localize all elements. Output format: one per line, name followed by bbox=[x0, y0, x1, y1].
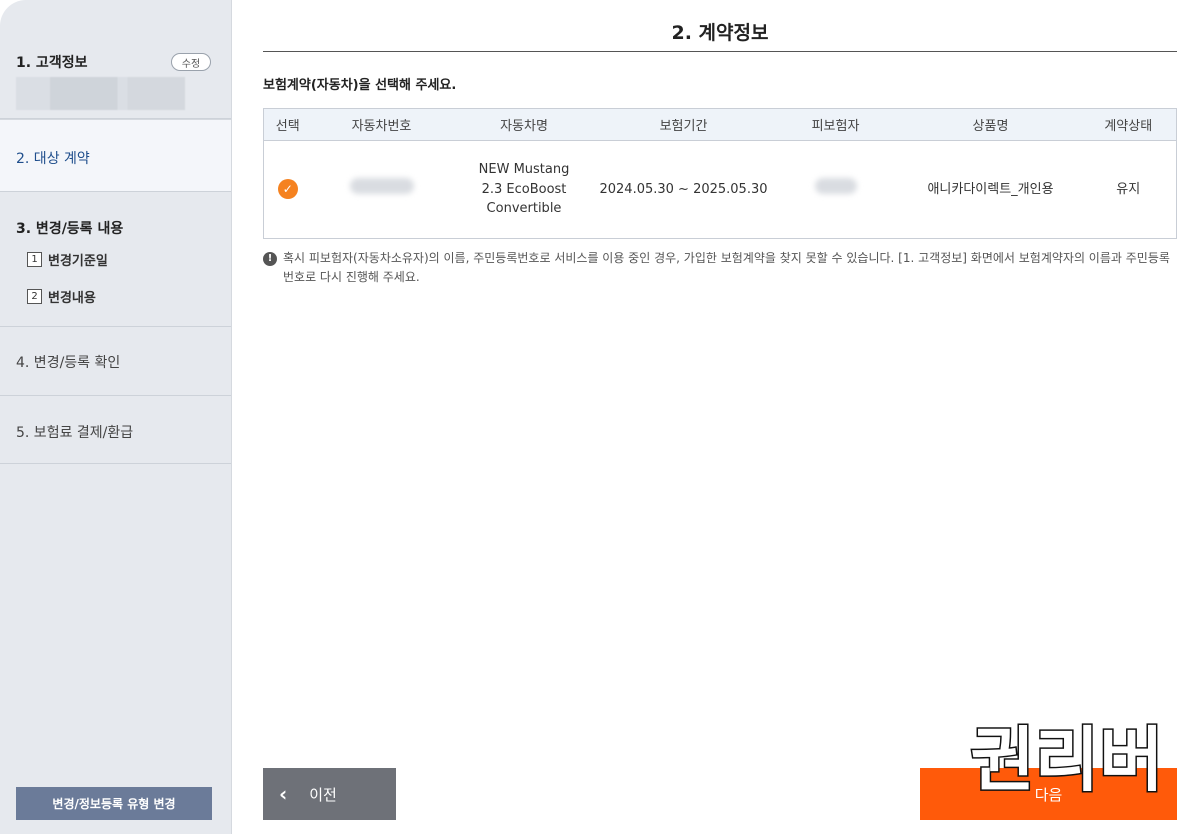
watermark-logo: 권리버 bbox=[969, 718, 1165, 799]
insured-name-masked bbox=[814, 178, 857, 195]
select-cell[interactable]: ✓ bbox=[264, 141, 312, 239]
product-cell: 애니카다이렉트_개인용 bbox=[927, 181, 1054, 197]
insured-cell bbox=[771, 141, 901, 239]
col-period: 보험기간 bbox=[596, 108, 771, 141]
step-payment-title: 5. 보험료 결제/환급 bbox=[16, 425, 134, 441]
notice: ! 혹시 피보험자(자동차소유자)의 이름, 주민등록번호로 서비스를 이용 중… bbox=[263, 249, 1177, 287]
sub-item-label: 변경내용 bbox=[48, 291, 96, 306]
contract-table: 선택 자동차번호 자동차명 보험기간 피보험자 상품명 계약상태 ✓ NEW M… bbox=[263, 108, 1177, 239]
car-name-cell: NEW Mustang 2.3 EcoBoost Convertible bbox=[478, 162, 570, 217]
period-cell: 2024.05.30 ~ 2025.05.30 bbox=[599, 181, 768, 197]
step-target-contract-title: 2. 대상 계약 bbox=[16, 151, 90, 167]
col-select: 선택 bbox=[263, 108, 312, 141]
sub-item-change-details[interactable]: 2 변경내용 bbox=[27, 287, 96, 306]
step-confirm-title: 4. 변경/등록 확인 bbox=[16, 355, 121, 371]
table-row[interactable]: ✓ NEW Mustang 2.3 EcoBoost Convertible 2… bbox=[264, 141, 1177, 239]
prev-button[interactable]: ‹ 이전 bbox=[263, 768, 396, 820]
car-number-masked bbox=[349, 178, 414, 195]
step-customer-title: 1. 고객정보 bbox=[16, 55, 88, 71]
check-circle-icon[interactable]: ✓ bbox=[277, 179, 298, 200]
sidebar-step-target-contract[interactable]: 2. 대상 계약 bbox=[0, 119, 231, 192]
prev-label: 이전 bbox=[309, 785, 337, 804]
col-car-name: 자동차명 bbox=[451, 108, 597, 141]
col-status: 계약상태 bbox=[1080, 108, 1177, 141]
title-divider bbox=[263, 51, 1177, 52]
instruction-text: 보험계약(자동차)을 선택해 주세요. bbox=[263, 78, 457, 93]
sub-item-label: 변경기준일 bbox=[48, 254, 108, 269]
col-insured: 피보험자 bbox=[770, 108, 901, 141]
page-title: 2. 계약정보 bbox=[671, 22, 769, 44]
notice-text: 혹시 피보험자(자동차소유자)의 이름, 주민등록번호로 서비스를 이용 중인 … bbox=[283, 251, 1170, 285]
sub-item-number: 1 bbox=[27, 252, 42, 267]
sidebar-step-confirm: 4. 변경/등록 확인 bbox=[0, 327, 231, 396]
sidebar: 1. 고객정보 수정 2. 대상 계약 3. 변경/등록 내용 1 변경기준일 … bbox=[0, 0, 232, 834]
col-product: 상품명 bbox=[900, 108, 1081, 141]
customer-info-masked bbox=[16, 77, 185, 110]
sub-item-change-date[interactable]: 1 변경기준일 bbox=[27, 250, 108, 269]
exclamation-circle-icon: ! bbox=[263, 252, 277, 266]
car-number-cell bbox=[312, 141, 452, 239]
change-type-button[interactable]: 변경/정보등록 유형 변경 bbox=[16, 787, 212, 820]
sidebar-step-change-content: 3. 변경/등록 내용 1 변경기준일 2 변경내용 bbox=[0, 192, 231, 327]
chevron-left-icon: ‹ bbox=[279, 782, 288, 806]
sidebar-step-customer: 1. 고객정보 수정 bbox=[0, 0, 231, 119]
status-cell: 유지 bbox=[1116, 181, 1141, 197]
edit-customer-button[interactable]: 수정 bbox=[171, 53, 211, 71]
step-change-content-title: 3. 변경/등록 내용 bbox=[16, 221, 124, 237]
sidebar-step-payment: 5. 보험료 결제/환급 bbox=[0, 396, 231, 464]
watermark-text: 권리버 bbox=[970, 719, 1163, 798]
col-car-number: 자동차번호 bbox=[311, 108, 452, 141]
table-header-row: 선택 자동차번호 자동차명 보험기간 피보험자 상품명 계약상태 bbox=[263, 108, 1177, 141]
sub-item-number: 2 bbox=[27, 289, 42, 304]
